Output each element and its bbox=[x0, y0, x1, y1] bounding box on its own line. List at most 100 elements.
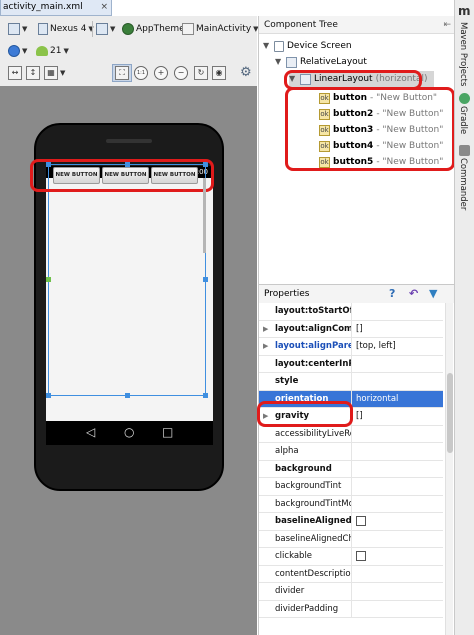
help-icon[interactable]: ? bbox=[389, 287, 395, 301]
device-icon bbox=[274, 40, 284, 52]
close-icon[interactable]: × bbox=[100, 0, 108, 15]
theme-name: AppTheme bbox=[136, 24, 185, 34]
clickable-checkbox[interactable] bbox=[356, 551, 366, 561]
activity-icon bbox=[182, 23, 194, 35]
preview-scrollbar[interactable] bbox=[203, 178, 206, 253]
gradle-tab[interactable]: Gradle bbox=[458, 106, 468, 134]
property-row[interactable]: layout:toStartOf bbox=[259, 303, 443, 321]
maven-projects-tab[interactable]: Maven Projects bbox=[458, 22, 468, 86]
settings-button[interactable]: ⚙ bbox=[240, 64, 252, 82]
expand-icon[interactable]: ▶ bbox=[263, 321, 268, 338]
property-row[interactable]: baselineAlignedChi bbox=[259, 530, 443, 548]
property-row[interactable]: contentDescription bbox=[259, 565, 443, 583]
property-value[interactable] bbox=[351, 600, 443, 618]
api-level-selector[interactable]: 21 ▼ bbox=[36, 42, 69, 60]
property-row[interactable]: baselineAligned bbox=[259, 513, 443, 531]
property-value[interactable] bbox=[351, 583, 443, 600]
property-row[interactable]: style bbox=[259, 373, 443, 391]
orientation-button[interactable]: ▼ bbox=[96, 20, 115, 38]
zoom-fit-button[interactable]: ⛶ bbox=[112, 64, 132, 82]
property-name: backgroundTint bbox=[275, 481, 342, 491]
property-name: layout:alignParent bbox=[275, 341, 351, 351]
commander-tab[interactable]: Commander bbox=[458, 158, 468, 210]
layout-icon bbox=[286, 56, 297, 68]
anchor-handle[interactable] bbox=[46, 277, 51, 282]
properties-table: layout:toStartOf ▶ layout:alignCompo [] … bbox=[257, 303, 443, 618]
zoom-actual-button[interactable]: 1:1 bbox=[134, 64, 148, 82]
property-row[interactable]: dividerPadding bbox=[259, 600, 443, 618]
property-value[interactable] bbox=[351, 548, 443, 565]
collapse-icon[interactable]: ▼ bbox=[263, 38, 271, 54]
property-value[interactable] bbox=[351, 443, 443, 460]
back-icon[interactable]: ◁ bbox=[86, 425, 95, 439]
property-value[interactable] bbox=[351, 355, 443, 373]
property-row[interactable]: ▶ layout:alignCompo [] bbox=[259, 320, 443, 338]
gear-icon: ⚙ bbox=[240, 65, 252, 80]
locale-button[interactable]: ▼ bbox=[8, 42, 27, 60]
scrollbar-thumb[interactable] bbox=[447, 373, 453, 453]
resize-handle[interactable] bbox=[125, 393, 130, 398]
layout-variants-button[interactable]: ▼ bbox=[8, 20, 27, 38]
zoom-out-button[interactable]: − bbox=[174, 64, 188, 82]
property-value[interactable] bbox=[351, 530, 443, 548]
design-canvas[interactable]: ▼◢ 5:00 ◁ ○ □ NEW BUTTON N bbox=[0, 86, 257, 635]
hide-panel-icon[interactable]: ⇤ bbox=[443, 16, 451, 34]
maven-icon: m bbox=[458, 4, 471, 18]
editor-tab-activity-main[interactable]: activity_main.xml × bbox=[0, 0, 112, 16]
property-row[interactable]: clickable bbox=[259, 548, 443, 566]
designer-toolbar-row-1: ▼ Nexus 4 ▼ ▼ AppTheme MainActivity ▼ bbox=[0, 18, 259, 40]
property-value[interactable] bbox=[351, 478, 443, 495]
resize-handle[interactable] bbox=[46, 393, 51, 398]
filter-icon[interactable]: ▼ bbox=[429, 287, 437, 301]
recents-icon[interactable]: □ bbox=[162, 425, 173, 439]
resize-handle[interactable] bbox=[203, 393, 208, 398]
expand-icon[interactable]: ▶ bbox=[263, 338, 268, 355]
tree-node-device-screen[interactable]: ▼ Device Screen bbox=[263, 38, 352, 54]
tree-node-relative-layout[interactable]: ▼ RelativeLayout bbox=[275, 54, 367, 70]
layout-options-button[interactable]: ▦ ▼ bbox=[44, 64, 65, 82]
property-row[interactable]: layout:centerInPar bbox=[259, 355, 443, 373]
baseline-aligned-checkbox[interactable] bbox=[356, 516, 366, 526]
chevron-down-icon: ▼ bbox=[22, 25, 28, 33]
gradle-icon bbox=[459, 93, 470, 104]
fit-width-button[interactable]: ↔ bbox=[8, 64, 22, 82]
device-selector[interactable]: Nexus 4 ▼ bbox=[38, 20, 94, 38]
property-row[interactable]: ▶ layout:alignParent [top, left] bbox=[259, 338, 443, 356]
property-row[interactable]: alpha bbox=[259, 443, 443, 461]
relative-layout-selection[interactable] bbox=[46, 162, 208, 398]
layout-file-icon bbox=[8, 23, 20, 35]
property-value[interactable]: [] bbox=[351, 408, 443, 425]
properties-scrollbar[interactable] bbox=[445, 303, 453, 635]
property-value[interactable] bbox=[351, 425, 443, 443]
property-value[interactable] bbox=[351, 495, 443, 513]
property-row[interactable]: backgroundTint bbox=[259, 478, 443, 496]
zoom-in-button[interactable]: + bbox=[154, 64, 168, 82]
screenshot-button[interactable]: ◉ bbox=[212, 64, 226, 82]
camera-icon: ◉ bbox=[212, 66, 226, 80]
undo-icon[interactable]: ↶ bbox=[409, 287, 418, 301]
home-icon[interactable]: ○ bbox=[124, 425, 134, 439]
fit-height-button[interactable]: ↕ bbox=[26, 64, 40, 82]
property-row[interactable]: backgroundTintMo bbox=[259, 495, 443, 513]
collapse-icon[interactable]: ▼ bbox=[275, 54, 283, 70]
property-value[interactable]: [top, left] bbox=[351, 338, 443, 355]
property-value[interactable] bbox=[351, 373, 443, 390]
resize-handle[interactable] bbox=[203, 277, 208, 282]
property-row[interactable]: background bbox=[259, 460, 443, 478]
theme-selector[interactable]: AppTheme bbox=[122, 20, 185, 38]
property-value[interactable] bbox=[351, 565, 443, 583]
property-row[interactable]: divider bbox=[259, 583, 443, 601]
property-value[interactable] bbox=[351, 303, 443, 320]
property-value[interactable] bbox=[351, 513, 443, 530]
component-tree-header: Component Tree ⇤ bbox=[259, 16, 455, 34]
highlight-annotation bbox=[30, 159, 214, 192]
property-row[interactable]: accessibilityLiveReg bbox=[259, 425, 443, 443]
navigation-bar: ◁ ○ □ bbox=[46, 421, 213, 445]
property-value[interactable] bbox=[351, 460, 443, 478]
property-value[interactable]: horizontal bbox=[351, 390, 443, 408]
activity-selector[interactable]: MainActivity ▼ bbox=[182, 20, 259, 38]
property-name: clickable bbox=[275, 551, 313, 561]
property-value[interactable]: [] bbox=[351, 320, 443, 338]
device-name: Nexus 4 bbox=[50, 24, 87, 34]
refresh-button[interactable]: ↻ bbox=[194, 64, 208, 82]
